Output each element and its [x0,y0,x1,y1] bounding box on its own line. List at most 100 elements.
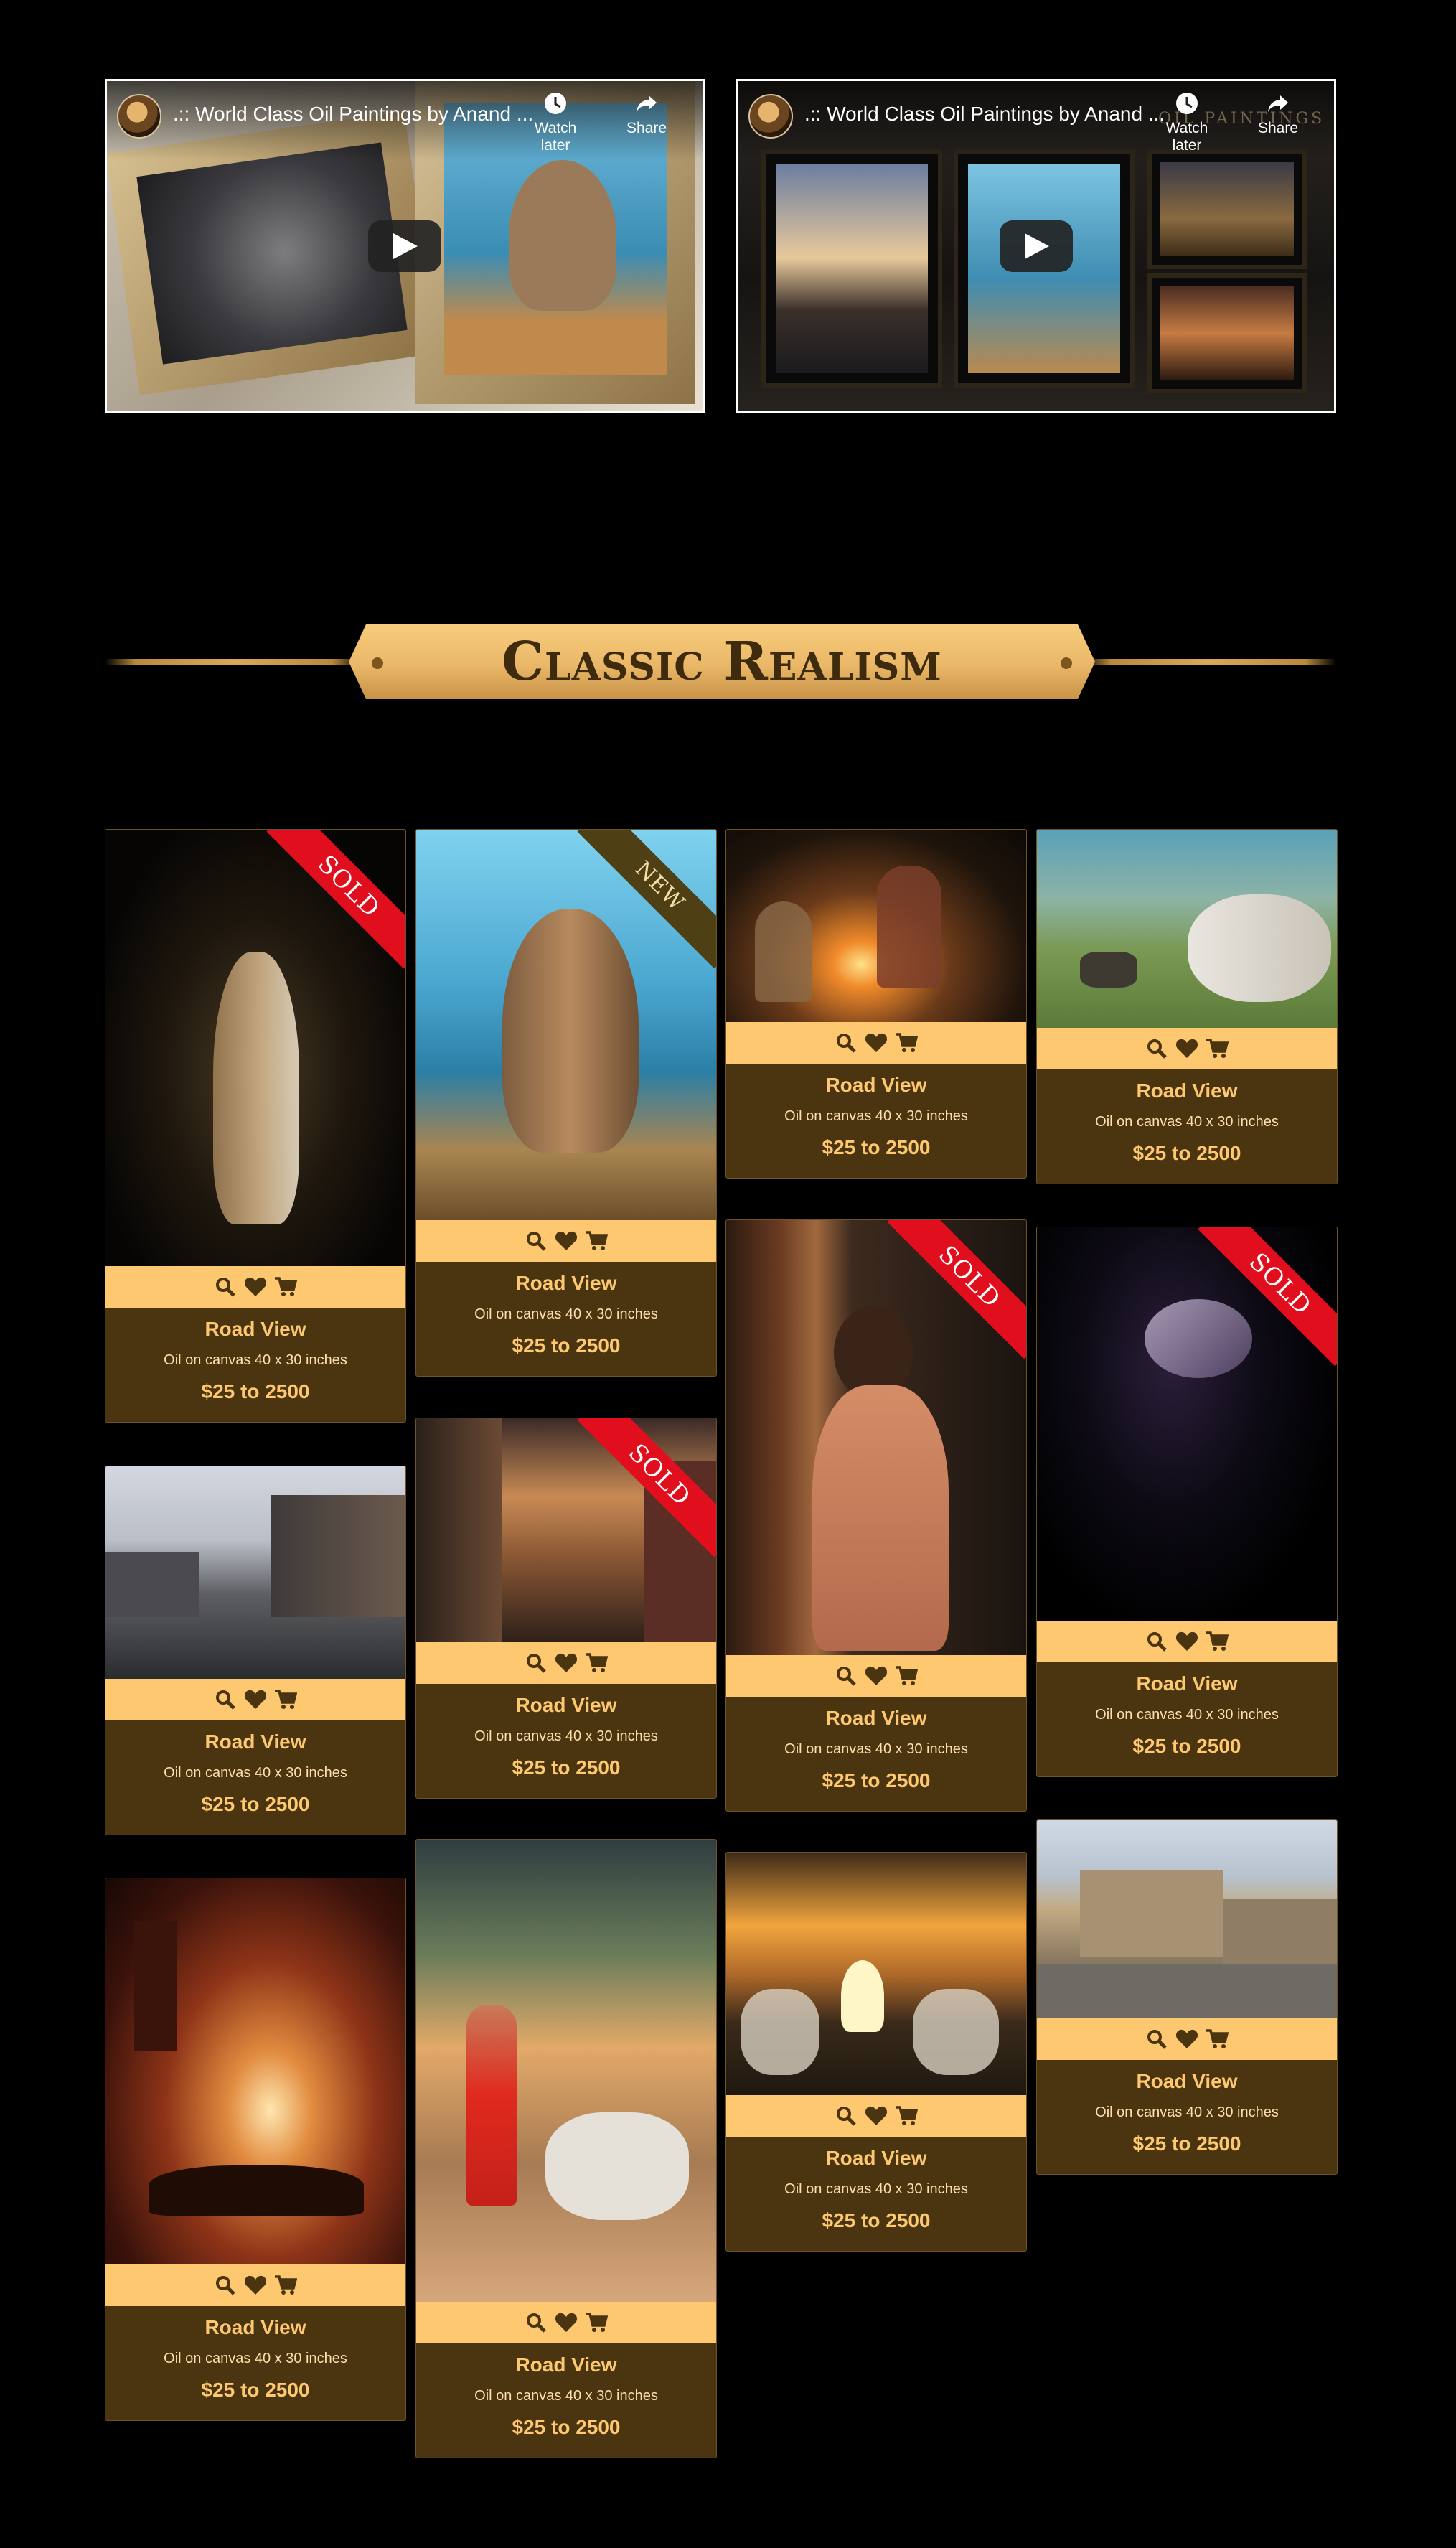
painting-medium: Oil on canvas 40 x 30 inches [1095,1707,1279,1723]
painting-title[interactable]: Road View [105,1318,405,1341]
heading-divider-right [1081,659,1336,665]
video-title[interactable]: .:: World Class Oil Paintings by Anand .… [804,103,1165,126]
search-icon[interactable] [835,2104,858,2127]
search-icon[interactable] [525,2311,548,2334]
heart-icon[interactable] [1175,2028,1198,2051]
painting-image[interactable] [1037,1820,1337,2018]
painting-title[interactable]: Road View [726,1707,1026,1730]
heart-icon[interactable] [244,2274,267,2297]
painting-title[interactable]: Road View [105,1730,405,1753]
heart-icon[interactable] [1175,1037,1198,1060]
cart-icon[interactable] [274,1688,297,1711]
painting-title[interactable]: Road View [105,2316,405,2339]
heart-icon[interactable] [865,1031,888,1054]
search-icon[interactable] [525,1652,548,1675]
painting-image[interactable]: SOLD [105,830,405,1266]
cart-icon[interactable] [274,1275,297,1298]
cart-icon[interactable] [895,1664,918,1687]
cart-icon[interactable] [274,2274,297,2297]
painting-card[interactable]: SOLD Road View Oil on canvas 40 x 30 inc… [725,1219,1027,1812]
painting-card[interactable]: NEW Road View Oil on canvas 40 x 30 inch… [415,829,717,1377]
cart-icon[interactable] [1206,2028,1229,2051]
search-icon[interactable] [525,1229,548,1252]
cart-icon[interactable] [585,1229,608,1252]
sold-ribbon: SOLD [266,830,405,969]
painting-image[interactable]: SOLD [416,1418,716,1642]
share-button[interactable]: Share [1253,91,1303,137]
channel-avatar[interactable] [748,94,793,139]
painting-card[interactable]: Road View Oil on canvas 40 x 30 inches $… [105,1466,406,1835]
clock-icon [1155,91,1219,120]
painting-medium: Oil on canvas 40 x 30 inches [784,1108,968,1124]
share-button[interactable]: Share [621,91,672,137]
heart-icon[interactable] [1175,1630,1198,1653]
cart-icon[interactable] [585,1652,608,1675]
heart-icon[interactable] [865,2104,888,2127]
watch-later-button[interactable]: Watch later [1155,91,1219,154]
painting-title[interactable]: Road View [1037,2070,1337,2093]
painting-title[interactable]: Road View [416,2353,716,2376]
painting-card[interactable]: Road View Oil on canvas 40 x 30 inches $… [1036,1819,1338,2175]
search-icon[interactable] [214,1688,237,1711]
heart-icon[interactable] [555,1652,578,1675]
painting-image[interactable] [726,830,1026,1022]
watch-later-button[interactable]: Watch later [523,91,588,154]
painting-title[interactable]: Road View [416,1694,716,1717]
painting-card[interactable]: Road View Oil on canvas 40 x 30 inches $… [415,1839,717,2458]
play-button[interactable] [368,220,441,272]
search-icon[interactable] [1145,2028,1168,2051]
cart-icon[interactable] [895,2104,918,2127]
heart-icon[interactable] [244,1275,267,1298]
card-actions [726,2095,1026,2137]
painting-card[interactable]: SOLD Road View Oil on canvas 40 x 30 inc… [415,1418,717,1799]
painting-price: $25 to 2500 [822,2209,931,2231]
painting-card[interactable]: Road View Oil on canvas 40 x 30 inches $… [725,829,1027,1179]
painting-card[interactable]: Road View Oil on canvas 40 x 30 inches $… [1036,829,1338,1184]
painting-medium: Oil on canvas 40 x 30 inches [784,1741,968,1757]
play-button[interactable] [1000,220,1073,272]
card-actions [1037,1621,1337,1662]
painting-card[interactable]: Road View Oil on canvas 40 x 30 inches $… [725,1852,1027,2252]
search-icon[interactable] [835,1664,858,1687]
cart-icon[interactable] [1206,1630,1229,1653]
painting-title[interactable]: Road View [1037,1672,1337,1695]
search-icon[interactable] [1145,1037,1168,1060]
painting-image[interactable] [105,1878,405,2264]
search-icon[interactable] [214,2274,237,2297]
painting-image[interactable]: SOLD [726,1220,1026,1655]
painting-price: $25 to 2500 [201,1793,310,1815]
painting-image[interactable] [105,1466,405,1679]
painting-card[interactable]: SOLD Road View Oil on canvas 40 x 30 inc… [105,829,406,1423]
painting-image[interactable]: NEW [416,830,716,1220]
painting-card[interactable]: Road View Oil on canvas 40 x 30 inches $… [105,1878,406,2421]
painting-image[interactable] [726,1853,1026,2095]
video-player-1[interactable]: .:: World Class Oil Paintings by Anand .… [105,79,705,413]
painting-title[interactable]: Road View [726,2147,1026,2170]
heart-icon[interactable] [555,1229,578,1252]
search-icon[interactable] [835,1031,858,1054]
painting-title[interactable]: Road View [1037,1079,1337,1102]
play-icon [1025,233,1049,259]
cart-icon[interactable] [585,2311,608,2334]
search-icon[interactable] [214,1275,237,1298]
video-title[interactable]: .:: World Class Oil Paintings by Anand .… [173,103,533,126]
cart-icon[interactable] [895,1031,918,1054]
heart-icon[interactable] [555,2311,578,2334]
share-icon [1253,91,1303,120]
heart-icon[interactable] [244,1688,267,1711]
painting-image[interactable] [416,1840,716,2302]
painting-title[interactable]: Road View [726,1074,1026,1097]
video-player-2[interactable]: .:: World Class Oil Paintings by Anand .… [736,79,1336,413]
painting-price: $25 to 2500 [201,2379,310,2401]
card-actions [105,2264,405,2306]
cart-icon[interactable] [1206,1037,1229,1060]
painting-image[interactable] [1037,830,1337,1028]
section-title: Classic Realism [502,631,942,693]
search-icon[interactable] [1145,1630,1168,1653]
painting-card[interactable]: SOLD Road View Oil on canvas 40 x 30 inc… [1036,1227,1338,1777]
painting-title[interactable]: Road View [416,1272,716,1295]
painting-price: $25 to 2500 [1132,1735,1241,1757]
painting-image[interactable]: SOLD [1037,1227,1337,1621]
heart-icon[interactable] [865,1664,888,1687]
channel-avatar[interactable] [117,94,161,139]
